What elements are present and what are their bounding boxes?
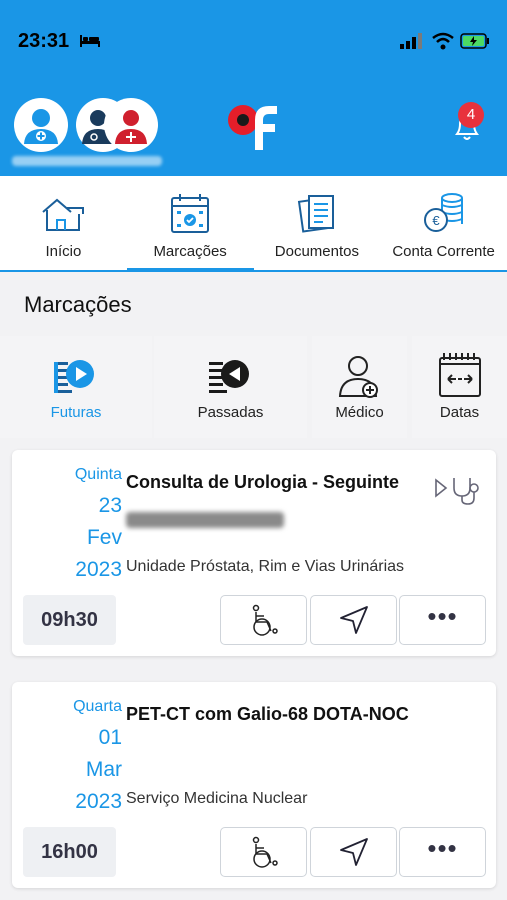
calendar-icon: [171, 194, 210, 233]
appointment-card[interactable]: Quarta 01 Mar 2023 PET-CT com Galio-68 D…: [12, 682, 496, 888]
filter-datas[interactable]: Datas: [412, 336, 507, 438]
play-list-icon: [54, 360, 94, 393]
tab-label: Marcações: [153, 243, 227, 260]
appointment-title: Consulta de Urologia - Seguinte: [126, 472, 400, 492]
navigation-arrow-icon: [339, 606, 368, 634]
filter-label: Passadas: [197, 404, 264, 421]
notification-badge: 4: [458, 102, 484, 128]
page-title: Marcações: [24, 292, 132, 317]
appointment-card[interactable]: Quinta 23 Fev 2023 Consulta de Urologia …: [12, 450, 496, 656]
appointment-year: 2023: [75, 790, 122, 813]
appointment-time: 09h30: [23, 595, 116, 645]
appointment-day: 01: [98, 726, 122, 749]
filter-label: Datas: [439, 404, 480, 421]
tab-documentos[interactable]: Documentos: [254, 176, 381, 270]
appointment-title: PET-CT com Galio-68 DOTA-NOC: [126, 704, 409, 724]
add-user-icon: [24, 109, 58, 144]
wifi-icon: [432, 32, 454, 50]
user-name-blurred: [12, 156, 162, 166]
signal-icon: [400, 33, 422, 49]
directions-button[interactable]: [310, 595, 397, 645]
appointment-year: 2023: [75, 558, 122, 581]
tab-marcacoes[interactable]: Marcações: [126, 176, 254, 272]
wheelchair-button[interactable]: [220, 827, 307, 877]
filter-label: Futuras: [50, 404, 102, 421]
appointment-month: Mar: [85, 758, 122, 781]
more-dots-icon: •••: [427, 833, 458, 863]
status-time: 23:31: [18, 30, 70, 52]
filter-futuras[interactable]: Futuras: [0, 336, 152, 438]
documents-icon: [297, 195, 334, 233]
appointment-time: 16h00: [23, 827, 116, 877]
bed-icon: [80, 35, 100, 47]
svg-text:€: €: [432, 213, 440, 228]
more-options-button[interactable]: •••: [399, 595, 486, 645]
appointment-weekday: Quinta: [74, 466, 122, 483]
more-dots-icon: •••: [427, 601, 458, 631]
app-header: 23:31 4: [0, 0, 507, 176]
navigation-arrow-icon: [339, 838, 368, 866]
filter-passadas[interactable]: Passadas: [154, 336, 307, 438]
tab-label: Conta Corrente: [392, 243, 495, 260]
appointment-month: Fev: [86, 526, 122, 549]
wheelchair-icon: [252, 836, 278, 868]
tab-label: Início: [45, 243, 82, 260]
appointment-unit: Serviço Medicina Nuclear: [126, 790, 308, 807]
filter-medico[interactable]: Médico: [312, 336, 407, 438]
rewind-list-icon: [208, 360, 249, 393]
battery-icon: [460, 33, 489, 49]
doctor-icon: [338, 356, 378, 398]
filter-label: Médico: [335, 404, 384, 421]
appointment-day: 23: [98, 494, 122, 517]
appointment-unit: Unidade Próstata, Rim e Vias Urinárias: [126, 558, 405, 575]
date-range-icon: [438, 353, 481, 397]
main-tabs: Início Marcações Documentos € Conta Corr…: [0, 176, 507, 272]
tab-conta-corrente[interactable]: € Conta Corrente: [380, 176, 507, 270]
wheelchair-icon: [252, 604, 278, 636]
user-avatar-add[interactable]: [14, 98, 68, 152]
directions-button[interactable]: [310, 827, 397, 877]
user-avatar-family[interactable]: [104, 98, 158, 152]
doctor-name-blurred: [126, 512, 284, 528]
appointment-weekday: Quarta: [73, 698, 122, 715]
coins-icon: €: [423, 193, 463, 232]
cf-logo: [228, 105, 277, 150]
more-options-button[interactable]: •••: [399, 827, 486, 877]
filter-bar: Futuras Passadas Médico Datas: [0, 336, 507, 438]
family-user-icon: [115, 110, 147, 144]
tab-label: Documentos: [274, 243, 359, 260]
teleconsult-stethoscope-icon[interactable]: [434, 474, 482, 506]
home-icon: [42, 198, 85, 231]
wheelchair-button[interactable]: [220, 595, 307, 645]
tab-inicio[interactable]: Início: [0, 176, 127, 270]
